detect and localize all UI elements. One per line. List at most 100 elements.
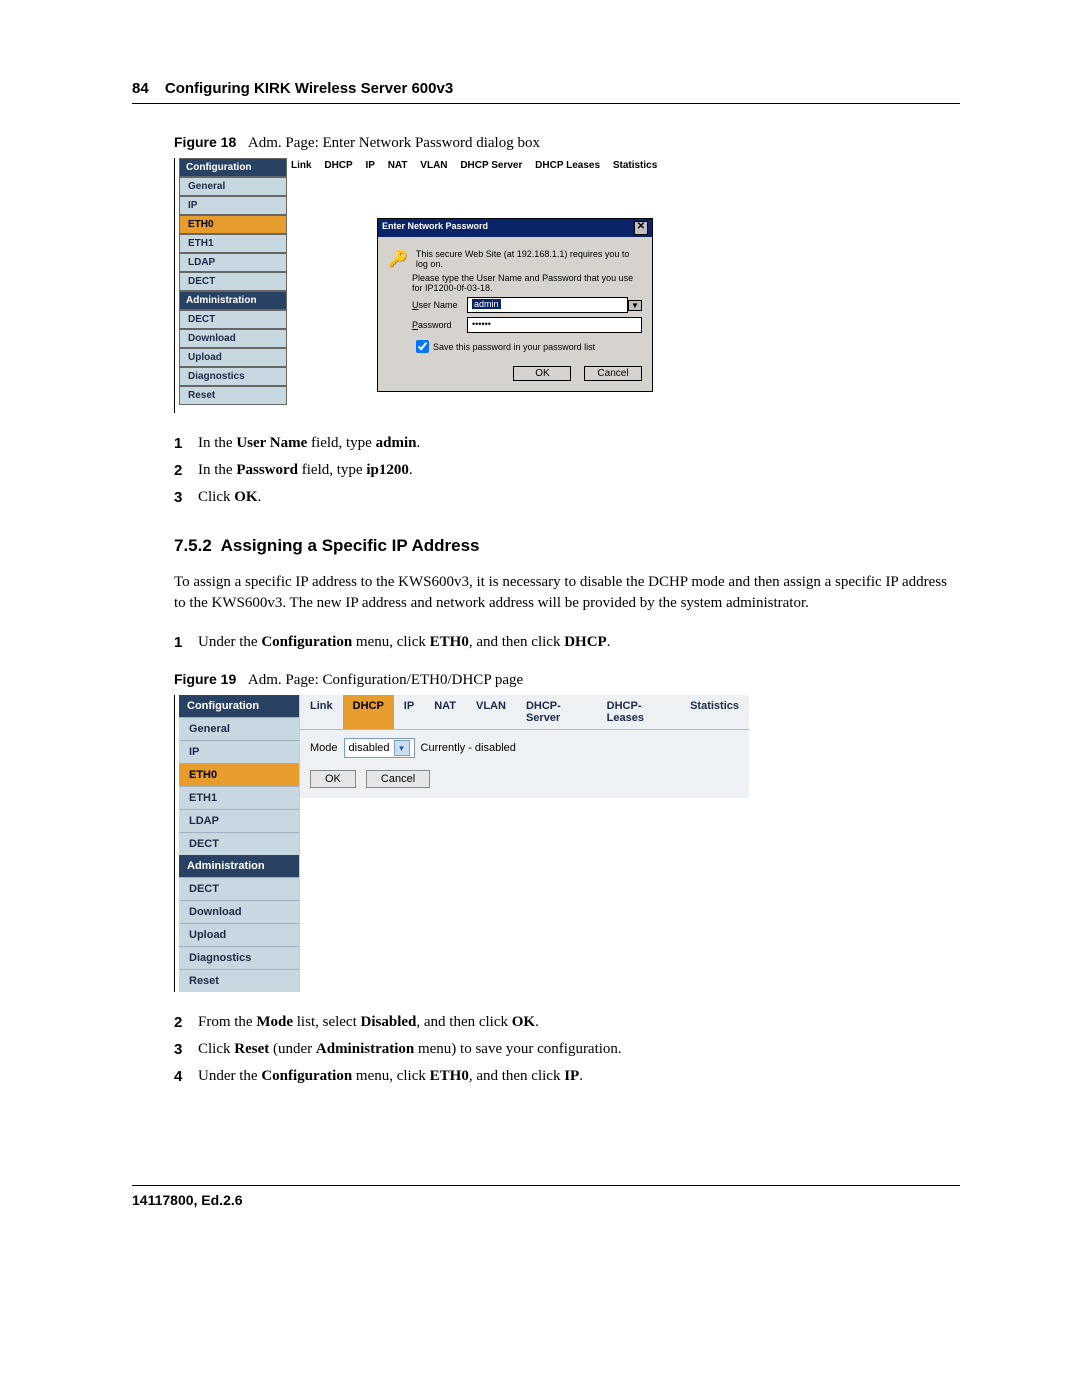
tab-statistics[interactable]: Statistics	[680, 695, 749, 729]
sidebar-item-dect[interactable]: DECT	[179, 272, 287, 291]
steps-fig19: 2From the Mode list, select Disabled, an…	[174, 1014, 960, 1085]
tab-dhcp-server[interactable]: DHCP Server	[460, 160, 522, 171]
sidebar-item-reset[interactable]: Reset	[179, 969, 299, 992]
sidebar-item-reset[interactable]: Reset	[179, 386, 287, 405]
figure-18: Configuration General IP ETH0 ETH1 LDAP …	[174, 158, 960, 413]
fig19-tabs: Link DHCP IP NAT VLAN DHCP-Server DHCP-L…	[300, 695, 749, 730]
sidebar-item-download[interactable]: Download	[179, 329, 287, 348]
tab-dhcp-leases[interactable]: DHCP Leases	[535, 160, 600, 171]
tab-nat[interactable]: NAT	[424, 695, 466, 729]
dialog-msg-1: This secure Web Site (at 192.168.1.1) re…	[416, 249, 642, 269]
sidebar-item-upload[interactable]: Upload	[179, 348, 287, 367]
close-icon[interactable]: ✕	[634, 221, 648, 235]
page-header: 84 Configuring KIRK Wireless Server 600v…	[132, 80, 960, 104]
step-text: In the Password field, type ip1200.	[198, 462, 413, 479]
dialog-msg-2: Please type the User Name and Password t…	[412, 273, 642, 293]
sidebar-item-diagnostics[interactable]: Diagnostics	[179, 946, 299, 969]
sidebar-item-upload[interactable]: Upload	[179, 923, 299, 946]
sidebar-item-ldap[interactable]: LDAP	[179, 253, 287, 272]
ok-button[interactable]: OK	[310, 770, 356, 788]
figure-18-title: Adm. Page: Enter Network Password dialog…	[248, 135, 540, 151]
step-num: 2	[174, 462, 198, 479]
page-title: Configuring KIRK Wireless Server 600v3	[165, 80, 453, 97]
fig18-sidebar: Configuration General IP ETH0 ETH1 LDAP …	[179, 158, 287, 405]
save-password-checkbox[interactable]	[416, 340, 429, 353]
step-num: 3	[174, 1041, 198, 1058]
dialog-titlebar: Enter Network Password ✕	[378, 219, 652, 237]
section-number: 7.5.2	[174, 536, 212, 555]
tab-ip[interactable]: IP	[365, 160, 374, 171]
mode-select[interactable]: disabled ▾	[344, 738, 415, 758]
sidebar-item-dect[interactable]: DECT	[179, 832, 299, 855]
tab-dhcp-leases[interactable]: DHCP-Leases	[597, 695, 680, 729]
steps-fig18: 1In the User Name field, type admin. 2In…	[174, 435, 960, 506]
section-title: Assigning a Specific IP Address	[221, 536, 480, 555]
sidebar-head-configuration: Configuration	[179, 695, 299, 717]
username-label: User Name	[412, 300, 467, 310]
step-text: From the Mode list, select Disabled, and…	[198, 1014, 539, 1031]
password-field[interactable]: ••••••	[467, 317, 642, 333]
step-num: 1	[174, 435, 198, 452]
fig19-sidebar: Configuration General IP ETH0 ETH1 LDAP …	[179, 695, 299, 992]
keys-icon: 🔑	[388, 249, 408, 269]
cancel-button[interactable]: Cancel	[366, 770, 430, 788]
sidebar-head-administration: Administration	[179, 291, 287, 310]
step-text: Click OK.	[198, 489, 261, 506]
figure-19: Configuration General IP ETH0 ETH1 LDAP …	[174, 695, 960, 992]
dialog-title: Enter Network Password	[382, 221, 488, 235]
sidebar-item-eth1[interactable]: ETH1	[179, 234, 287, 253]
sidebar-item-eth1[interactable]: ETH1	[179, 786, 299, 809]
sidebar-item-dect2[interactable]: DECT	[179, 877, 299, 900]
step-text: Under the Configuration menu, click ETH0…	[198, 1068, 583, 1085]
step-text: Click Reset (under Administration menu) …	[198, 1041, 622, 1058]
sidebar-head-configuration: Configuration	[179, 158, 287, 177]
sidebar-head-administration: Administration	[179, 855, 299, 877]
sidebar-item-general[interactable]: General	[179, 177, 287, 196]
sidebar-item-ip[interactable]: IP	[179, 196, 287, 215]
password-label: Password	[412, 320, 467, 330]
section-heading: 7.5.2 Assigning a Specific IP Address	[174, 536, 960, 556]
ok-button[interactable]: OK	[513, 366, 571, 381]
tab-vlan[interactable]: VLAN	[420, 160, 447, 171]
tab-dhcp-server[interactable]: DHCP-Server	[516, 695, 597, 729]
step-pre-fig19: 1Under the Configuration menu, click ETH…	[174, 634, 960, 651]
save-password-label: Save this password in your password list	[433, 342, 595, 352]
cancel-button[interactable]: Cancel	[584, 366, 642, 381]
tab-vlan[interactable]: VLAN	[466, 695, 516, 729]
mode-value: disabled	[349, 742, 390, 754]
mode-status: Currently - disabled	[421, 742, 516, 754]
tab-dhcp[interactable]: DHCP	[343, 695, 394, 729]
page-footer: 14117800, Ed.2.6	[132, 1185, 960, 1208]
step-text: In the User Name field, type admin.	[198, 435, 420, 452]
chevron-down-icon[interactable]: ▼	[628, 300, 642, 311]
tab-statistics[interactable]: Statistics	[613, 160, 657, 171]
enter-network-password-dialog: Enter Network Password ✕ 🔑 This secure W…	[377, 218, 653, 392]
sidebar-item-eth0[interactable]: ETH0	[179, 215, 287, 234]
step-num: 1	[174, 634, 198, 651]
step-num: 3	[174, 489, 198, 506]
tab-dhcp[interactable]: DHCP	[324, 160, 352, 171]
sidebar-item-general[interactable]: General	[179, 717, 299, 740]
tab-ip[interactable]: IP	[394, 695, 424, 729]
figure-18-label: Figure 18	[174, 134, 236, 150]
tab-link[interactable]: Link	[300, 695, 343, 729]
sidebar-item-ldap[interactable]: LDAP	[179, 809, 299, 832]
sidebar-item-diagnostics[interactable]: Diagnostics	[179, 367, 287, 386]
chevron-down-icon[interactable]: ▾	[394, 740, 410, 756]
step-num: 2	[174, 1014, 198, 1031]
username-field[interactable]: admin	[467, 297, 628, 313]
tab-link[interactable]: Link	[291, 160, 312, 171]
step-text: Under the Configuration menu, click ETH0…	[198, 634, 610, 651]
sidebar-item-eth0[interactable]: ETH0	[179, 763, 299, 786]
sidebar-item-dect2[interactable]: DECT	[179, 310, 287, 329]
mode-label: Mode	[310, 742, 338, 754]
step-num: 4	[174, 1068, 198, 1085]
section-paragraph: To assign a specific IP address to the K…	[174, 572, 960, 614]
figure-18-caption: Figure 18 Adm. Page: Enter Network Passw…	[174, 134, 960, 152]
figure-19-title: Adm. Page: Configuration/ETH0/DHCP page	[248, 672, 523, 688]
tab-nat[interactable]: NAT	[388, 160, 408, 171]
sidebar-item-ip[interactable]: IP	[179, 740, 299, 763]
sidebar-item-download[interactable]: Download	[179, 900, 299, 923]
page-number: 84	[132, 80, 149, 97]
fig18-tabs: Link DHCP IP NAT VLAN DHCP Server DHCP L…	[287, 158, 879, 173]
